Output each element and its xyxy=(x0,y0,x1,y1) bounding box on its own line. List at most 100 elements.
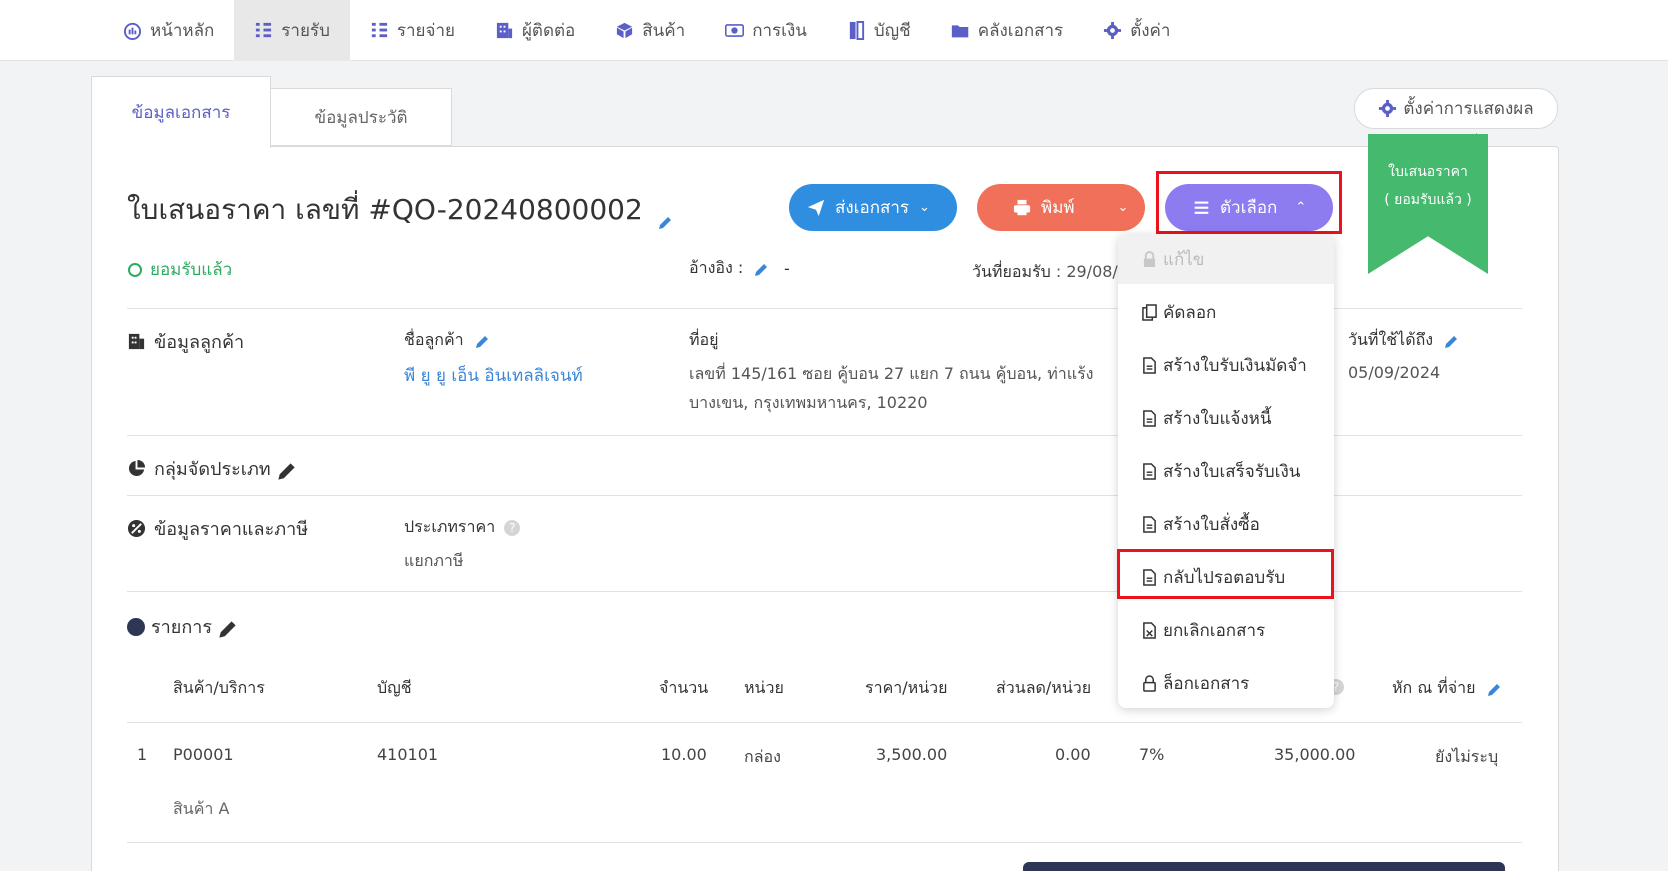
accept-date-label: วันที่ยอมรับ xyxy=(972,262,1051,281)
nav-label: หน้าหลัก xyxy=(150,21,215,41)
valid-until-label-text: วันที่ใช้ได้ถึง xyxy=(1348,330,1434,349)
chevron-down-icon: ⌄ xyxy=(919,200,930,215)
box-icon xyxy=(617,22,633,39)
column-header-account: บัญชี xyxy=(377,678,412,697)
row-price: 3,500.00 xyxy=(876,745,948,764)
customer-name-label: ชื่อลูกค้า xyxy=(404,328,489,353)
menu-item-label: แก้ไข xyxy=(1163,249,1205,270)
tab-document-info[interactable]: ข้อมูลเอกสาร xyxy=(91,76,271,148)
summary-panel xyxy=(1023,862,1505,871)
pencil-icon[interactable] xyxy=(277,462,295,480)
pencil-icon[interactable] xyxy=(754,262,768,276)
reference-label-text: อ้างอิง : xyxy=(689,258,744,277)
options-button-highlight xyxy=(1156,171,1342,234)
column-header-qty: จำนวน xyxy=(659,678,709,697)
row-withholding: ยังไม่ระบุ xyxy=(1435,747,1499,766)
column-header-withholding-text: หัก ณ ที่จ่าย xyxy=(1392,678,1476,697)
row-account: 410101 xyxy=(377,745,439,764)
customer-section-title: ข้อมูลลูกค้า xyxy=(127,327,244,356)
menu-item-lock-document[interactable]: ล็อกเอกสาร xyxy=(1118,658,1334,708)
menu-item-label: คัดลอก xyxy=(1163,302,1217,323)
send-document-button[interactable]: ส่งเอกสาร ⌄ xyxy=(789,184,957,231)
menu-item-copy[interactable]: คัดลอก xyxy=(1118,287,1334,337)
nav-item-accounting[interactable]: บัญชี xyxy=(827,0,931,61)
address-line2: บางเขน, กรุงเทพมหานคร, 10220 xyxy=(689,393,928,412)
nav-item-documents[interactable]: คลังเอกสาร xyxy=(931,0,1083,61)
nav-item-expense[interactable]: รายจ่าย xyxy=(350,0,475,61)
percent-badge-icon xyxy=(127,519,146,538)
top-navigation: หน้าหลัก รายรับ รายจ่าย ผู้ติดต่อ สินค้า… xyxy=(0,0,1668,61)
gauge-icon xyxy=(123,22,142,40)
price-type-label-text: ประเภทราคา xyxy=(404,517,496,536)
print-label: พิมพ์ xyxy=(1041,198,1075,218)
nav-item-finance[interactable]: การเงิน xyxy=(705,0,827,61)
document-title: ใบเสนอราคา เลขที่ #QO-20240800002 xyxy=(127,193,643,226)
row-discount: 0.00 xyxy=(1055,745,1091,764)
menu-item-label: สร้างใบแจ้งหนี้ xyxy=(1163,408,1272,429)
pencil-icon[interactable] xyxy=(1487,682,1501,696)
document-icon xyxy=(1143,515,1156,533)
pencil-icon[interactable] xyxy=(218,620,236,638)
product-code-link[interactable]: P00001 xyxy=(173,745,234,764)
unlock-icon xyxy=(1143,674,1156,692)
nav-item-products[interactable]: สินค้า xyxy=(595,0,705,61)
valid-until-value: 05/09/2024 xyxy=(1348,363,1441,382)
price-type-value: แยกภาษี xyxy=(404,551,464,570)
cancel-document-icon xyxy=(1143,621,1156,639)
customer-name-link[interactable]: พี ยู ยู เอ็น อินเทลลิเจนท์ xyxy=(404,362,583,389)
column-header-product: สินค้า/บริการ xyxy=(173,678,265,697)
menu-item-cancel-document[interactable]: ยกเลิกเอกสาร xyxy=(1118,605,1334,655)
printer-icon xyxy=(1013,199,1031,215)
customer-name-label-text: ชื่อลูกค้า xyxy=(404,330,464,349)
column-header-withholding: หัก ณ ที่จ่าย xyxy=(1392,676,1501,701)
row-qty: 10.00 xyxy=(661,745,707,764)
nav-item-contacts[interactable]: ผู้ติดต่อ xyxy=(475,0,595,61)
copy-icon xyxy=(1142,303,1157,321)
question-circle-icon[interactable]: ? xyxy=(504,520,521,536)
document-icon xyxy=(1143,356,1156,374)
lock-icon xyxy=(1143,250,1156,267)
tab-history[interactable]: ข้อมูลประวัติ xyxy=(270,88,452,146)
items-section-label: รายการ xyxy=(151,617,212,638)
accept-date: วันที่ยอมรับ : 29/08/ xyxy=(972,260,1118,285)
tab-history-label: ข้อมูลประวัติ xyxy=(314,107,408,128)
status-badge: ยอมรับแล้ว xyxy=(128,256,232,283)
pencil-icon[interactable] xyxy=(1444,334,1458,348)
menu-item-create-invoice[interactable]: สร้างใบแจ้งหนี้ xyxy=(1118,393,1334,443)
menu-item-label: สร้างใบรับเงินมัดจำ xyxy=(1163,355,1307,376)
column-header-unit: หน่วย xyxy=(744,678,784,697)
nav-item-home[interactable]: หน้าหลัก xyxy=(103,0,234,61)
tab-document-label: ข้อมูลเอกสาร xyxy=(131,103,231,123)
revert-item-highlight xyxy=(1117,549,1334,599)
nav-item-income[interactable]: รายรับ xyxy=(234,0,350,61)
document-icon xyxy=(1143,462,1156,480)
customer-section-label: ข้อมูลลูกค้า xyxy=(154,332,245,353)
ribbon-line1: ใบเสนอราคา xyxy=(1388,164,1468,180)
chevron-down-icon: ⌄ xyxy=(1117,200,1129,215)
paper-plane-icon xyxy=(807,199,825,216)
menu-item-label: สร้างใบเสร็จรับเงิน xyxy=(1163,461,1301,482)
menu-item-label: ยกเลิกเอกสาร xyxy=(1163,620,1266,641)
accept-date-value: : 29/08/ xyxy=(1055,262,1118,281)
expense-icon xyxy=(371,22,387,38)
building-icon xyxy=(496,22,513,39)
options-dropdown-menu: แก้ไข คัดลอก สร้างใบรับเงินมัดจำ สร้างใบ… xyxy=(1118,234,1334,708)
menu-item-create-deposit-receipt[interactable]: สร้างใบรับเงินมัดจำ xyxy=(1118,340,1334,390)
nav-item-settings[interactable]: ตั้งค่า xyxy=(1083,0,1190,61)
print-button[interactable]: พิมพ์ ⌄ xyxy=(977,184,1145,231)
menu-item-create-receipt[interactable]: สร้างใบเสร็จรับเงิน xyxy=(1118,446,1334,496)
divider xyxy=(127,842,1522,843)
page-title: ใบเสนอราคา เลขที่ #QO-20240800002 xyxy=(127,188,672,232)
status-circle-icon xyxy=(128,262,142,277)
menu-item-create-purchase-order[interactable]: สร้างใบสั่งซื้อ xyxy=(1118,499,1334,549)
valid-until-label: วันที่ใช้ได้ถึง xyxy=(1348,328,1458,353)
gear-icon xyxy=(1104,21,1122,40)
category-section-label: กลุ่มจัดประเภท xyxy=(154,459,271,480)
print-dropdown-toggle[interactable]: ⌄ xyxy=(1101,184,1145,231)
nav-label: รายรับ xyxy=(281,21,330,41)
row-amount: 35,000.00 xyxy=(1274,745,1356,764)
pencil-icon[interactable] xyxy=(475,334,489,348)
pencil-icon[interactable] xyxy=(658,204,672,229)
display-settings-button[interactable]: ตั้งค่าการแสดงผล xyxy=(1354,88,1558,129)
reference-value: - xyxy=(784,259,790,278)
